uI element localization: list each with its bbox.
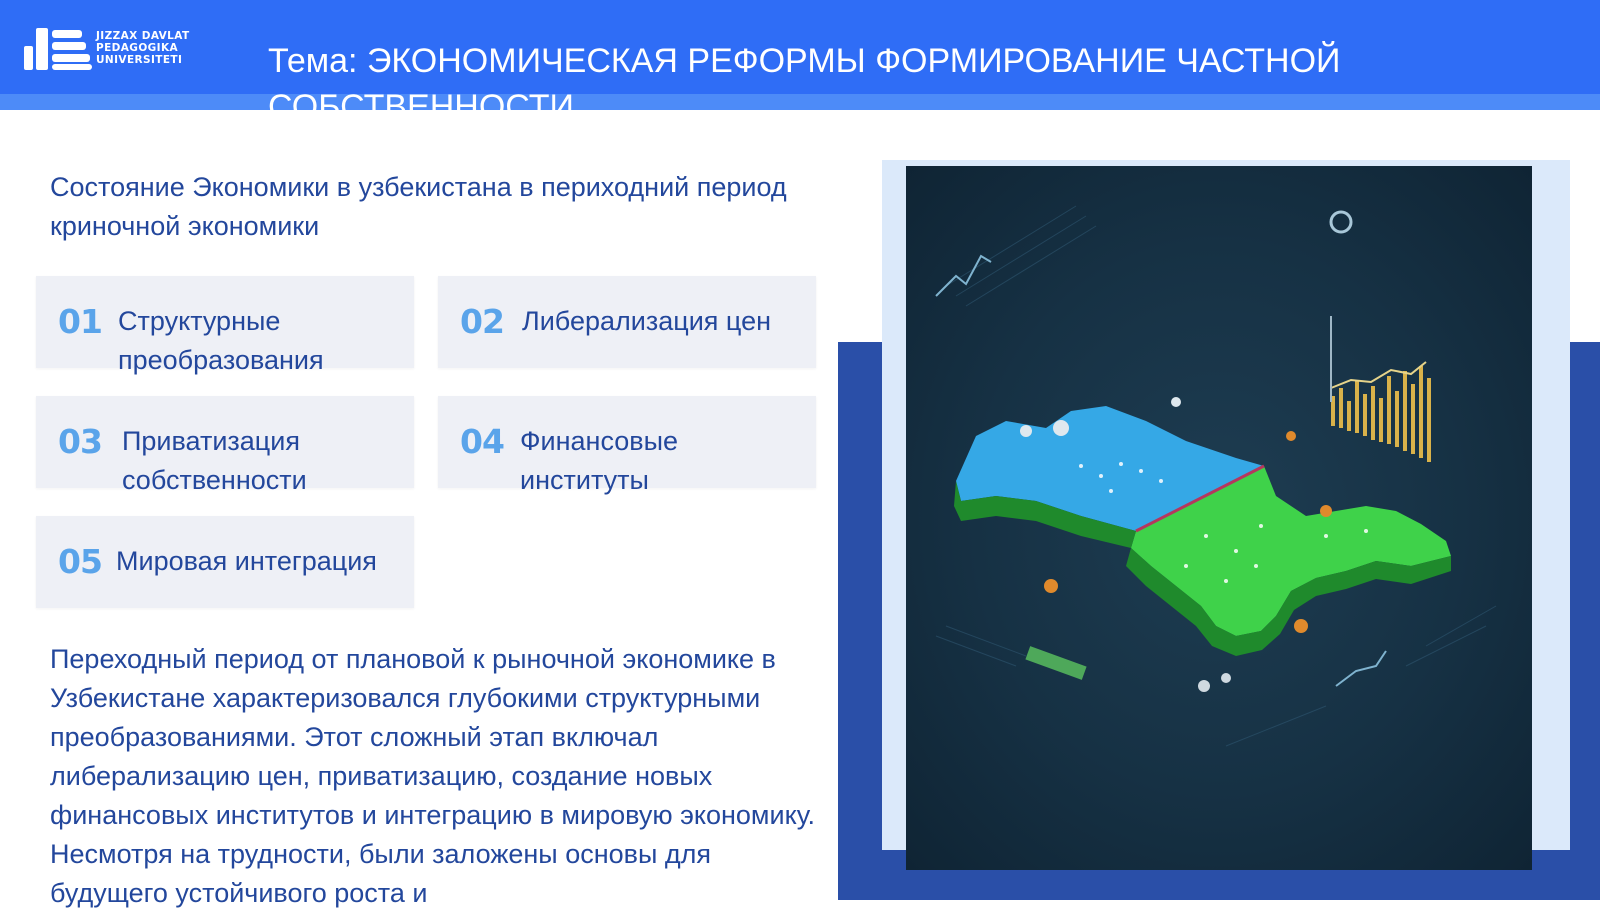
card-label: Финансовые институты (520, 426, 679, 495)
card-number: 05 (58, 542, 103, 581)
card-label: Мировая интеграция (116, 546, 377, 576)
card-label: Приватизация собственности (122, 426, 307, 495)
card-number: 04 (460, 422, 505, 461)
card-label: Либерализация цен (522, 306, 771, 336)
uzbekistan-map-illustration (906, 166, 1532, 870)
card-privatization: 03 Приватизация собственности (36, 396, 414, 495)
card-liberalization: 02 Либерализация цен (438, 276, 816, 368)
section-subtitle: Состояние Экономики в узбекистана в пери… (50, 172, 787, 241)
header-title-clip: Тема: ЭКОНОМИЧЕСКАЯ РЕФОРМЫ ФОРМИРОВАНИЕ… (0, 0, 1600, 112)
card-number: 03 (58, 422, 103, 461)
uzbekistan-map-icon (935, 205, 1497, 747)
body-paragraph: Переходный период от плановой к рыночной… (50, 644, 815, 908)
card-financial: 04 Финансовые институты (438, 396, 816, 495)
page-title: Тема: ЭКОНОМИЧЕСКАЯ РЕФОРМЫ ФОРМИРОВАНИЕ… (268, 42, 1341, 112)
card-number: 01 (58, 302, 103, 341)
card-number: 02 (460, 302, 505, 341)
card-integration: 05 Мировая интеграция (36, 516, 414, 608)
card-label: Структурные преобразования (118, 306, 324, 375)
card-structural: 01 Структурные преобразования (36, 276, 414, 375)
